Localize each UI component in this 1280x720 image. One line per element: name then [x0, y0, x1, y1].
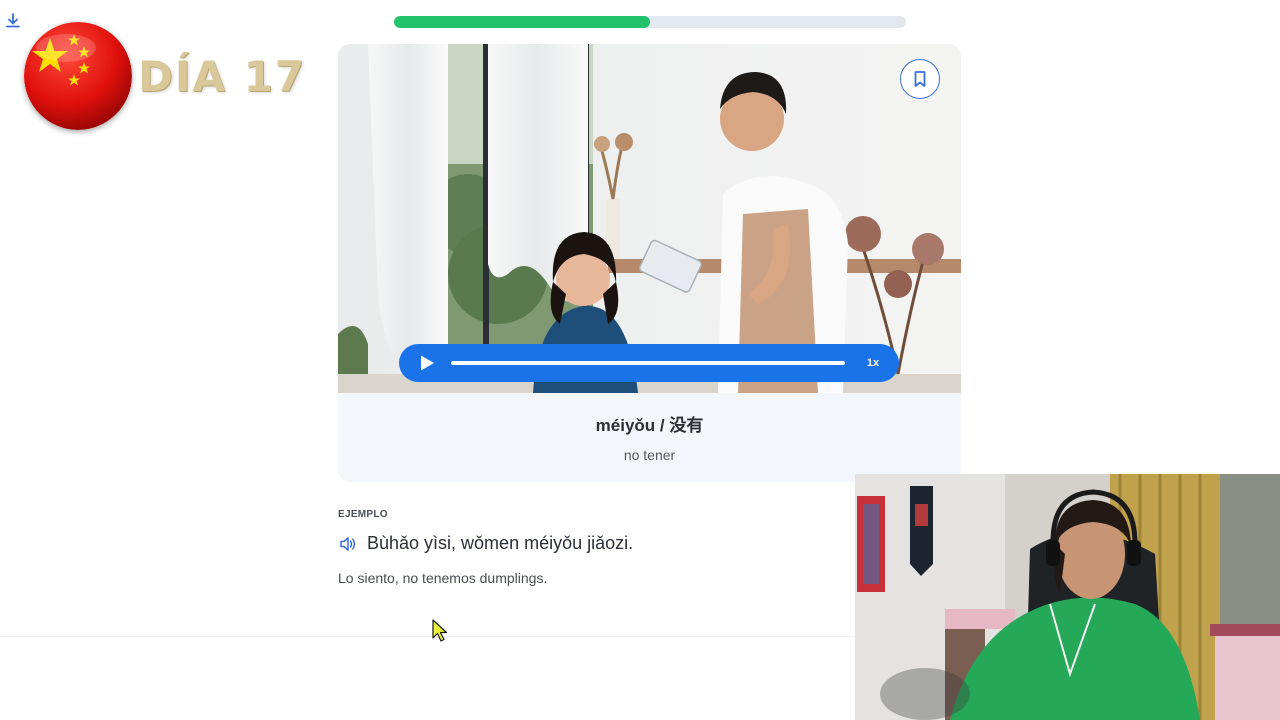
audio-scrubber[interactable]: [451, 361, 845, 365]
vocabulary-card: 1x méiyǒu / 没有 no tener: [338, 44, 961, 482]
lesson-progress-bar: [394, 16, 906, 28]
playback-speed-button[interactable]: 1x: [859, 357, 887, 369]
speaker-icon: [340, 536, 356, 551]
bookmark-button[interactable]: [900, 59, 940, 99]
audio-player: 1x: [399, 344, 899, 382]
example-translation: Lo siento, no tenemos dumplings.: [338, 570, 548, 586]
day-counter-label: DÍA 17: [138, 52, 307, 101]
example-sentence-row: Bùhǎo yìsi, wǒmen méiyǒu jiǎozi.: [338, 533, 633, 554]
mouse-cursor-icon: [431, 619, 449, 643]
webcam-video: [855, 474, 1280, 720]
bookmark-icon: [914, 71, 926, 87]
lesson-photo: [338, 44, 961, 393]
vocabulary-translation: no tener: [623, 447, 676, 463]
china-flag-icon: [24, 22, 132, 130]
screen: DÍA 17 1x méiyǒu / 没有 no tener EJEMPLO B…: [0, 0, 1280, 720]
example-heading: EJEMPLO: [338, 509, 388, 520]
lesson-progress-fill: [394, 16, 650, 28]
page-divider: [0, 636, 855, 637]
download-icon[interactable]: [4, 12, 22, 30]
example-sentence: Bùhǎo yìsi, wǒmen méiyǒu jiǎozi.: [367, 533, 634, 553]
vocabulary-word: méiyǒu / 没有: [595, 416, 704, 435]
example-audio-button[interactable]: [338, 534, 358, 554]
play-button[interactable]: [417, 353, 437, 373]
play-icon: [421, 355, 434, 371]
